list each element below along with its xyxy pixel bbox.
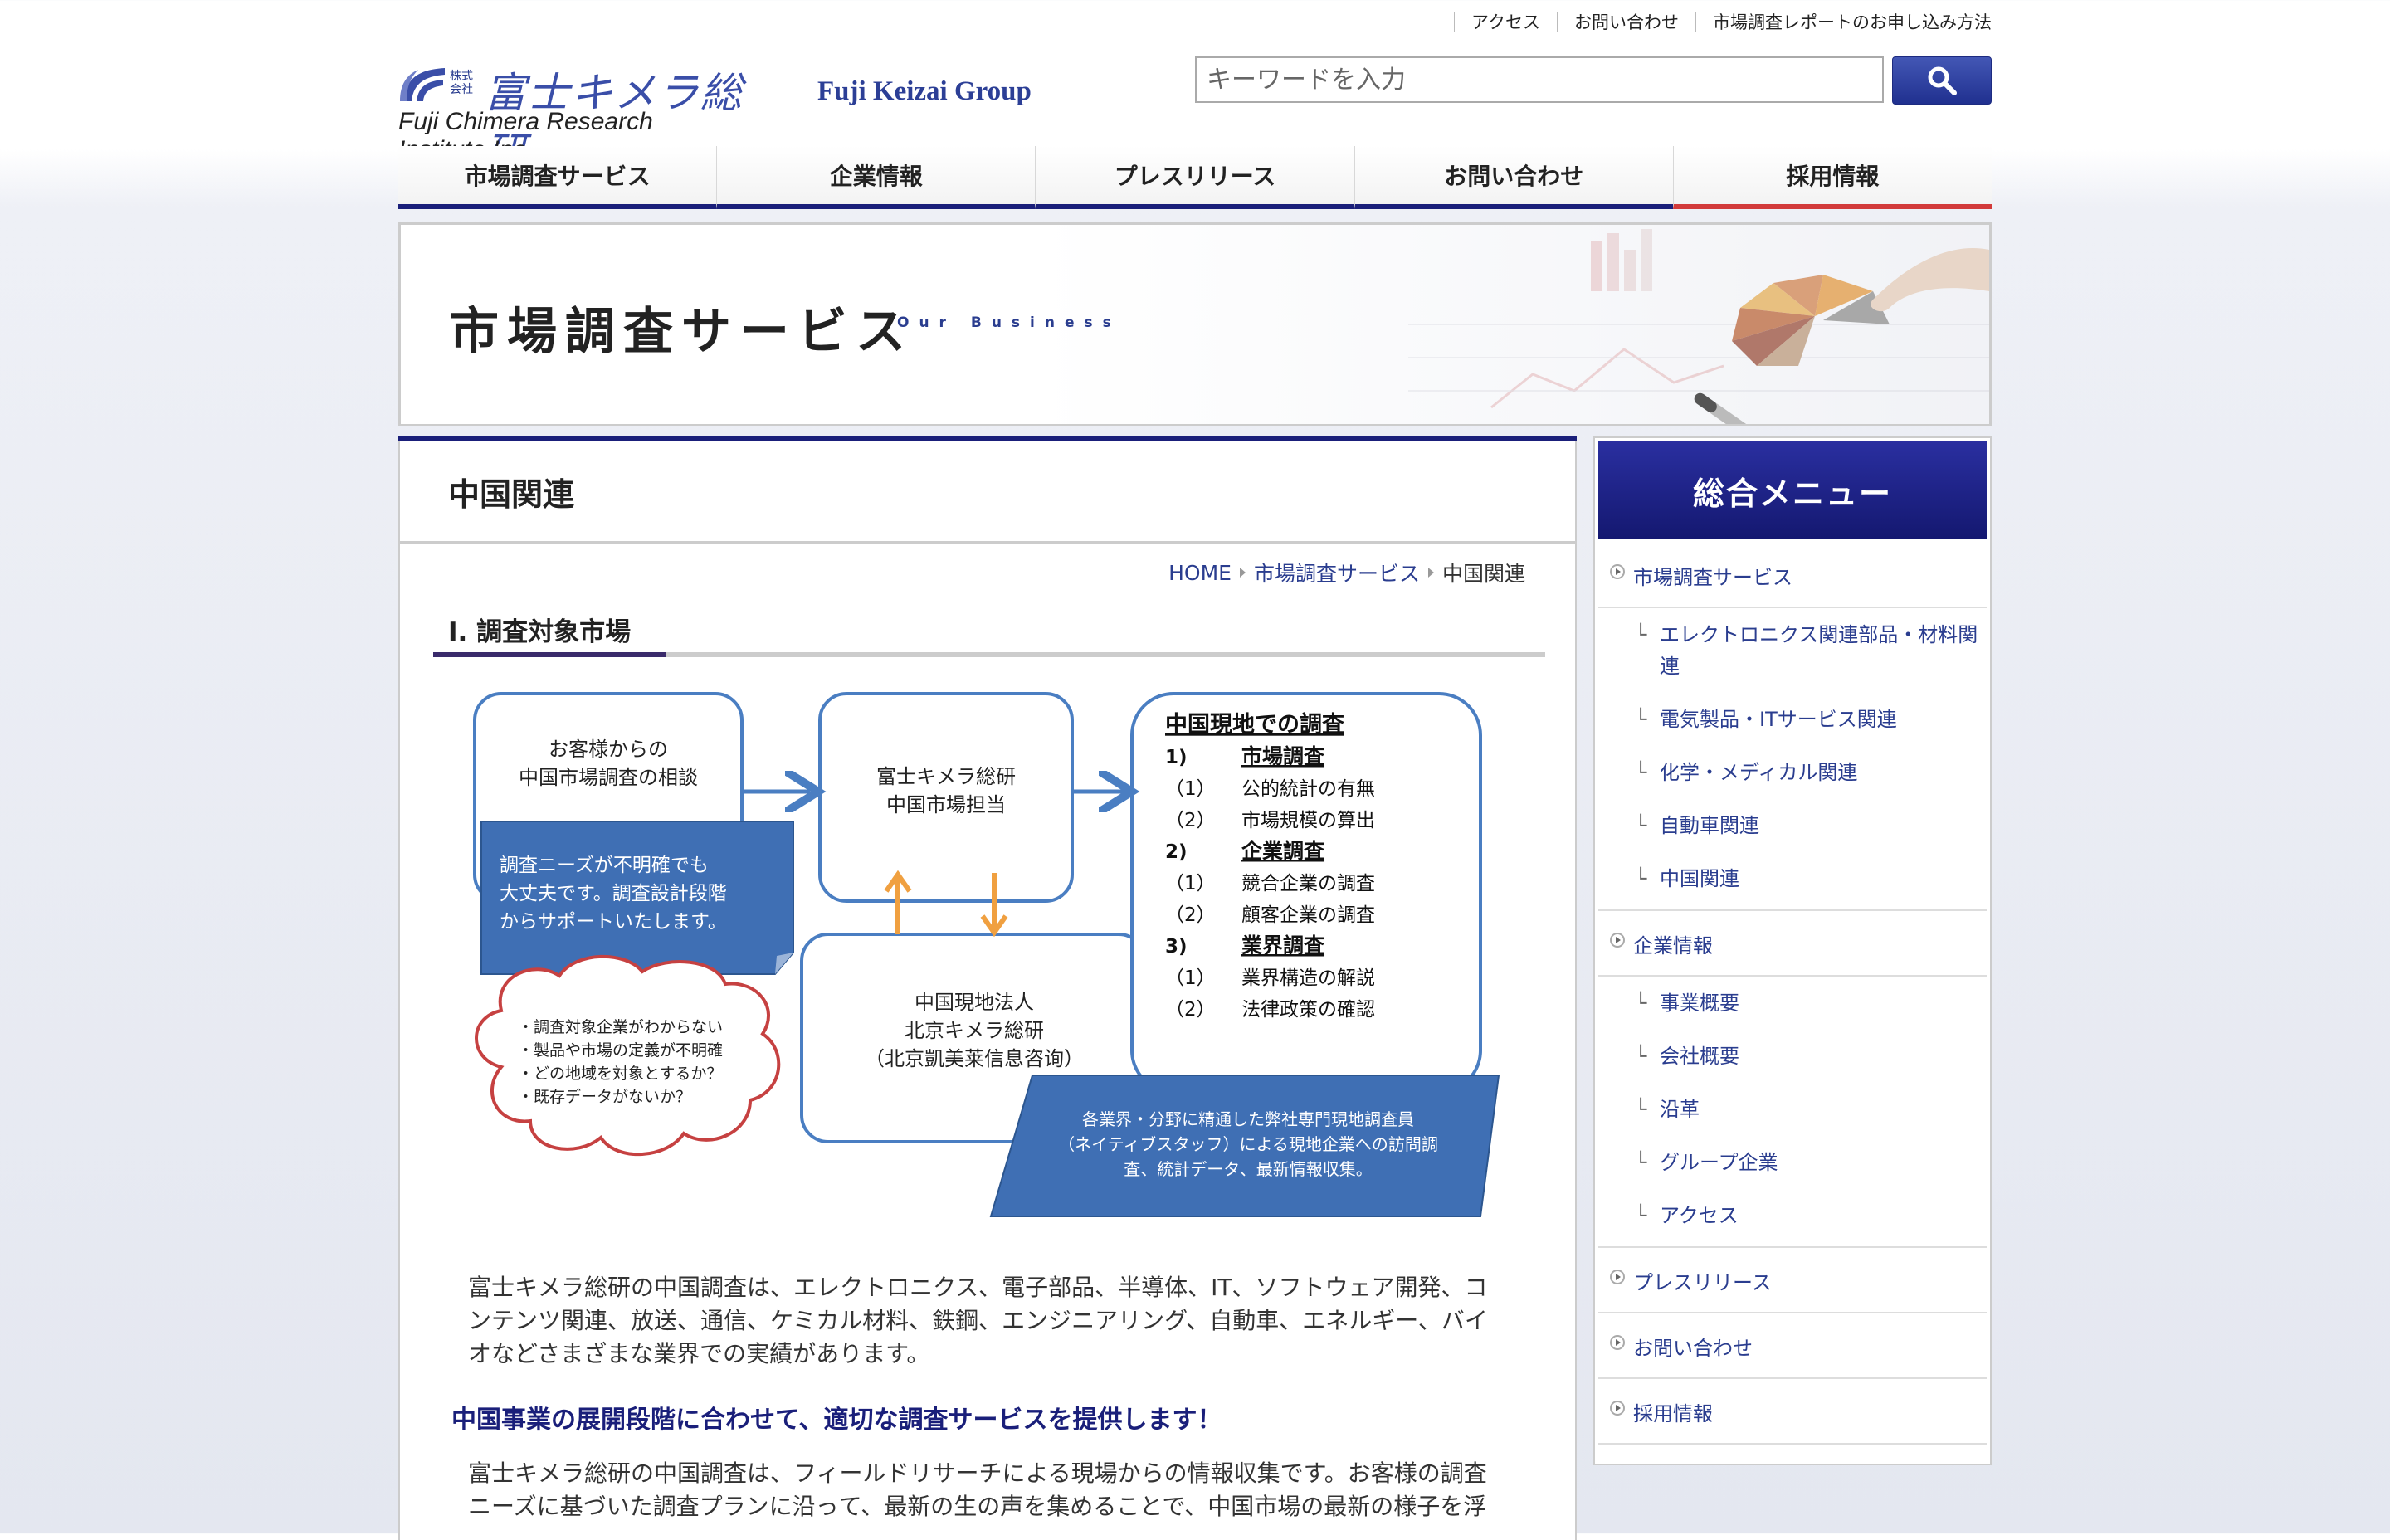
sidebar-sub-company-overview[interactable]: 会社概要 — [1598, 1030, 1987, 1083]
research-item-number: （1） — [1165, 873, 1216, 894]
page-title: 中国関連 — [448, 475, 575, 513]
box1-line2: 中国市場調査の相談 — [519, 766, 698, 789]
research-item-number: （1） — [1165, 967, 1216, 989]
intro-paragraph: 富士キメラ総研の中国調査は、エレクトロニクス、電子部品、半導体、IT、ソフトウェ… — [468, 1274, 1488, 1367]
search-box — [1195, 56, 1884, 103]
logo-kabushiki: 株式 会社 — [450, 70, 473, 96]
research-item-number: （2） — [1165, 904, 1216, 926]
sidebar-item-press-release[interactable]: プレスリリース — [1598, 1248, 1987, 1313]
note2-line1: 各業界・分野に精通した弊社専門現地調査員 — [1082, 1109, 1414, 1129]
nav-recruit[interactable]: 採用情報 — [1672, 146, 1992, 209]
box3-line2: 北京キメラ総研 — [905, 1019, 1044, 1042]
research-item-number: 3) — [1165, 936, 1188, 958]
section-title: I. 調査対象市場 — [448, 617, 632, 647]
research-item-number: 1) — [1165, 747, 1188, 768]
research-item-text: 公的統計の有無 — [1241, 778, 1375, 800]
research-item-number: （2） — [1165, 810, 1216, 831]
sidebar-menu: 総合メニュー 市場調査サービス エレクトロニクス関連部品・材料関連 電気製品・I… — [1593, 436, 1992, 1465]
cloud-line1: ・調査対象企業がわからない — [518, 1018, 723, 1036]
research-item-text: 企業調査 — [1241, 839, 1324, 863]
research-item-text: 市場規模の算出 — [1241, 810, 1375, 831]
search-icon — [1928, 66, 1957, 95]
field-research-paragraph: 富士キメラ総研の中国調査は、フィールドリサーチによる現場からの情報収集です。お客… — [468, 1460, 1487, 1520]
research-item-text: 市場調査 — [1241, 744, 1324, 768]
company-logo[interactable]: 株式会社 富士キメラ総研 Fuji Chimera Research Insti… — [398, 58, 780, 177]
banner-subtitle: Our Business — [897, 314, 1121, 331]
sidebar-item-contact[interactable]: お問い合わせ — [1598, 1313, 1987, 1379]
box1-line1: お客様からの — [549, 738, 668, 761]
sidebar-sub-access[interactable]: アクセス — [1598, 1189, 1987, 1248]
logo-mark-icon — [400, 68, 445, 101]
note1-line1: 調査ニーズが不明確でも — [500, 855, 709, 876]
cloud-line3: ・どの地域を対象とするか？ — [518, 1065, 722, 1083]
util-link-report-order[interactable]: 市場調査レポートのお申し込み方法 — [1713, 9, 1992, 34]
research-item-number: （1） — [1165, 778, 1216, 800]
page-banner: 市場調査サービス Our Business — [398, 222, 1992, 426]
research-item-text: 法律政策の確認 — [1241, 999, 1375, 1021]
sidebar-sub-electronics[interactable]: エレクトロニクス関連部品・材料関連 — [1598, 608, 1987, 693]
box3-line3: （北京凱美莱信息咨询） — [865, 1047, 1084, 1070]
nav-research-services[interactable]: 市場調査サービス — [398, 146, 717, 209]
research-item-text: 業界調査 — [1241, 933, 1324, 958]
breadcrumb-arrow-icon — [1427, 568, 1434, 578]
content-title-box: 中国関連 — [400, 441, 1575, 544]
search-button[interactable] — [1892, 56, 1992, 105]
breadcrumb-research-services[interactable]: 市場調査サービス — [1254, 558, 1420, 587]
research-item-text: 業界構造の解説 — [1241, 967, 1375, 989]
sidebar-item-recruit[interactable]: 採用情報 — [1598, 1379, 1987, 1445]
group-name: Fuji Keizai Group — [817, 76, 1032, 106]
section-underline — [433, 652, 1545, 657]
research-flow-diagram: お客様からの 中国市場調査の相談 調査ニーズが不明確でも 大丈夫です。調査設計段… — [473, 692, 1500, 1217]
note2-line3: 査、統計データ、最新情報収集。 — [1124, 1159, 1372, 1179]
research-item-number: 2) — [1165, 841, 1188, 863]
cloud-line2: ・製品や市場の定義が不明確 — [518, 1041, 723, 1060]
breadcrumb-arrow-icon — [1239, 568, 1246, 578]
sidebar-sub-electric-it[interactable]: 電気製品・ITサービス関連 — [1598, 693, 1987, 746]
box3-line1: 中国現地法人 — [915, 991, 1034, 1014]
banner-title: 市場調査サービス — [449, 303, 914, 361]
cloud-line4: ・既存データがないか？ — [518, 1088, 691, 1106]
util-link-contact[interactable]: お問い合わせ — [1574, 9, 1679, 34]
nav-press-release[interactable]: プレスリリース — [1035, 146, 1354, 209]
search-input[interactable] — [1197, 58, 1882, 101]
nav-contact[interactable]: お問い合わせ — [1354, 146, 1673, 209]
research-item-text: 競合企業の調査 — [1241, 873, 1375, 894]
breadcrumb: HOME 市場調査サービス 中国関連 — [1168, 558, 1525, 587]
breadcrumb-home[interactable]: HOME — [1168, 561, 1232, 585]
sidebar-item-research-services[interactable]: 市場調査サービス — [1598, 543, 1987, 608]
main-content: 中国関連 HOME 市場調査サービス 中国関連 I. 調査対象市場 お客様からの… — [398, 436, 1577, 1540]
local-research-list: 1) 市場調査 （1） 公的統計の有無 （2） 市場規模の算出 2) 企業調査 （1） 競合企業の… — [1165, 744, 1375, 1021]
global-nav: 市場調査サービス 企業情報 プレスリリース お問い合わせ 採用情報 — [398, 146, 1992, 209]
section-heading: I. 調査対象市場 — [433, 611, 1545, 657]
utility-links: アクセス お問い合わせ 市場調査レポートのお申し込み方法 — [1437, 8, 1992, 35]
arrow-up-orange — [884, 870, 912, 934]
sidebar-sub-china[interactable]: 中国関連 — [1598, 852, 1987, 911]
sidebar-sub-business-overview[interactable]: 事業概要 — [1598, 977, 1987, 1030]
sidebar-item-company-info[interactable]: 企業情報 — [1598, 911, 1987, 977]
box2-line2: 中国市場担当 — [886, 793, 1006, 816]
nav-company-info[interactable]: 企業情報 — [716, 146, 1036, 209]
note1-line3: からサポートいたします。 — [500, 911, 727, 933]
note2-line2: （ネイティブスタッフ）による現地企業への訪問調 — [1058, 1134, 1438, 1154]
divider — [1557, 12, 1558, 32]
divider — [1454, 12, 1456, 32]
breadcrumb-current: 中国関連 — [1441, 562, 1525, 586]
box2-line1: 富士キメラ総研 — [876, 765, 1016, 788]
box4-title: 中国現地での調査 — [1165, 711, 1344, 738]
research-item-text: 顧客企業の調査 — [1241, 904, 1375, 926]
divider — [1695, 12, 1696, 32]
research-item-number: （2） — [1165, 999, 1216, 1021]
lead-heading: 中国事業の展開段階に合わせて、適切な調査サービスを提供します！ — [451, 1406, 1222, 1435]
sidebar-sub-automotive[interactable]: 自動車関連 — [1598, 799, 1987, 852]
sidebar-list: 市場調査サービス エレクトロニクス関連部品・材料関連 電気製品・ITサービス関連… — [1595, 543, 1990, 1445]
sidebar-title: 総合メニュー — [1598, 441, 1987, 539]
sidebar-sub-chemical-medical[interactable]: 化学・メディカル関連 — [1598, 746, 1987, 799]
sidebar-sub-group-companies[interactable]: グループ企業 — [1598, 1136, 1987, 1189]
util-link-access[interactable]: アクセス — [1471, 9, 1540, 34]
banner-photo-illustration — [1408, 229, 1989, 424]
sidebar-sub-history[interactable]: 沿革 — [1598, 1083, 1987, 1136]
note1-line2: 大丈夫です。調査設計段階 — [500, 883, 727, 904]
